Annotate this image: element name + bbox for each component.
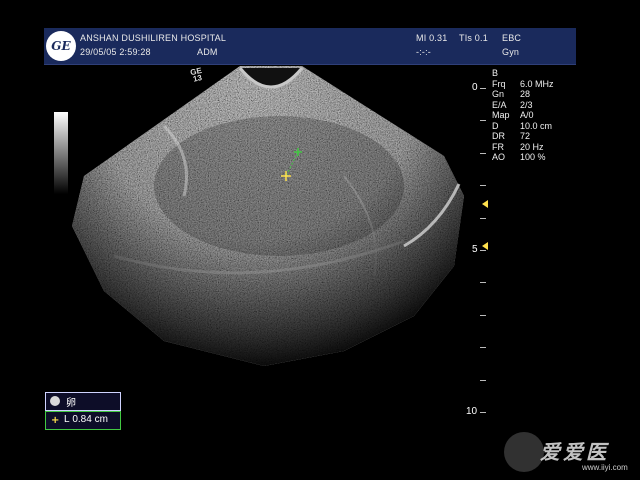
param-row: E/A 2/3 — [492, 100, 554, 111]
depth-tick — [480, 120, 486, 121]
depth-tick — [480, 380, 486, 381]
index-subline: -:-:- — [416, 47, 431, 57]
body-mark-label: 卵 — [66, 398, 76, 409]
param-value: 20 Hz — [520, 141, 544, 152]
ge-logo: GE — [46, 31, 76, 61]
depth-tick — [480, 88, 486, 89]
depth-label-10: 10 — [466, 406, 478, 417]
measurement-text: L 0.84 cm — [64, 414, 108, 425]
thermal-index: TIs 0.1 — [459, 33, 488, 43]
focus-marker[interactable] — [482, 200, 488, 208]
param-value: 28 — [520, 89, 531, 99]
param-mode: B — [492, 68, 499, 78]
probe-orientation-mark: GE 13 — [189, 66, 204, 84]
param-name: Frq — [492, 78, 506, 89]
depth-tick — [480, 153, 486, 154]
hospital-name: ANSHAN DUSHILIREN HOSPITAL — [80, 33, 227, 43]
watermark-logo-icon — [504, 432, 544, 472]
depth-tick — [480, 282, 486, 283]
param-value: A/0 — [520, 110, 534, 120]
probe-preset: EBC — [502, 33, 522, 43]
param-name: Map — [492, 110, 510, 120]
depth-tick — [480, 412, 486, 413]
param-row: Gn 28 — [492, 89, 554, 100]
depth-tick — [480, 347, 486, 348]
param-row: DR 72 — [492, 131, 554, 142]
param-name: FR — [492, 141, 504, 152]
depth-tick — [480, 250, 486, 251]
application-preset: Gyn — [502, 47, 520, 57]
site-watermark: 爱爱医 www.iiyi.com — [504, 432, 640, 480]
depth-tick — [480, 185, 486, 186]
param-row: D 10.0 cm — [492, 121, 554, 132]
caliper-cross-icon: + — [51, 415, 60, 426]
operator-mode: ADM — [197, 47, 218, 57]
param-name: DR — [492, 131, 505, 141]
mechanical-index: MI 0.31 — [416, 33, 448, 43]
param-value: 10.0 cm — [520, 120, 553, 131]
depth-label-5: 5 — [472, 244, 478, 255]
depth-tick — [480, 315, 486, 316]
body-mark-icon — [50, 396, 60, 406]
param-value: 2/3 — [520, 99, 533, 110]
param-row: Frq 6.0 MHz — [492, 79, 554, 90]
body-mark-box[interactable]: 卵 — [45, 392, 121, 411]
param-row: AO 100 % — [492, 152, 554, 163]
watermark-url: www.iiyi.com — [582, 463, 628, 472]
param-value: 72 — [520, 131, 531, 141]
focus-marker[interactable] — [482, 242, 488, 250]
grayscale-bar — [54, 112, 68, 194]
param-name: Gn — [492, 89, 505, 99]
watermark-chars: 爱爱医 — [540, 440, 609, 464]
header-bar: GE ANSHAN DUSHILIREN HOSPITAL 29/05/05 2… — [44, 28, 576, 65]
depth-tick — [480, 218, 486, 219]
parameter-panel: B Frq 6.0 MHz Gn 28 E/A 2/3 Map A/0 D 10.0 cm… — [492, 68, 554, 163]
exam-datetime: 29/05/05 2:59:28 — [80, 47, 151, 57]
ultrasound-screen: GE ANSHAN DUSHILIREN HOSPITAL 29/05/05 2… — [0, 0, 640, 480]
param-name: D — [492, 120, 499, 131]
param-row: Map A/0 — [492, 110, 554, 121]
probe-mark-number: 13 — [192, 73, 203, 84]
measurement-value: 0.84 cm — [72, 414, 108, 425]
param-row: FR 20 Hz — [492, 142, 554, 153]
measurement-label: L — [64, 414, 70, 425]
param-value: 100 % — [520, 152, 546, 162]
param-name: E/A — [492, 99, 507, 110]
param-name: AO — [492, 152, 506, 162]
measurement-result-box[interactable]: + L 0.84 cm — [45, 411, 121, 430]
param-value: 6.0 MHz — [520, 78, 554, 89]
depth-label-0: 0 — [472, 82, 478, 93]
